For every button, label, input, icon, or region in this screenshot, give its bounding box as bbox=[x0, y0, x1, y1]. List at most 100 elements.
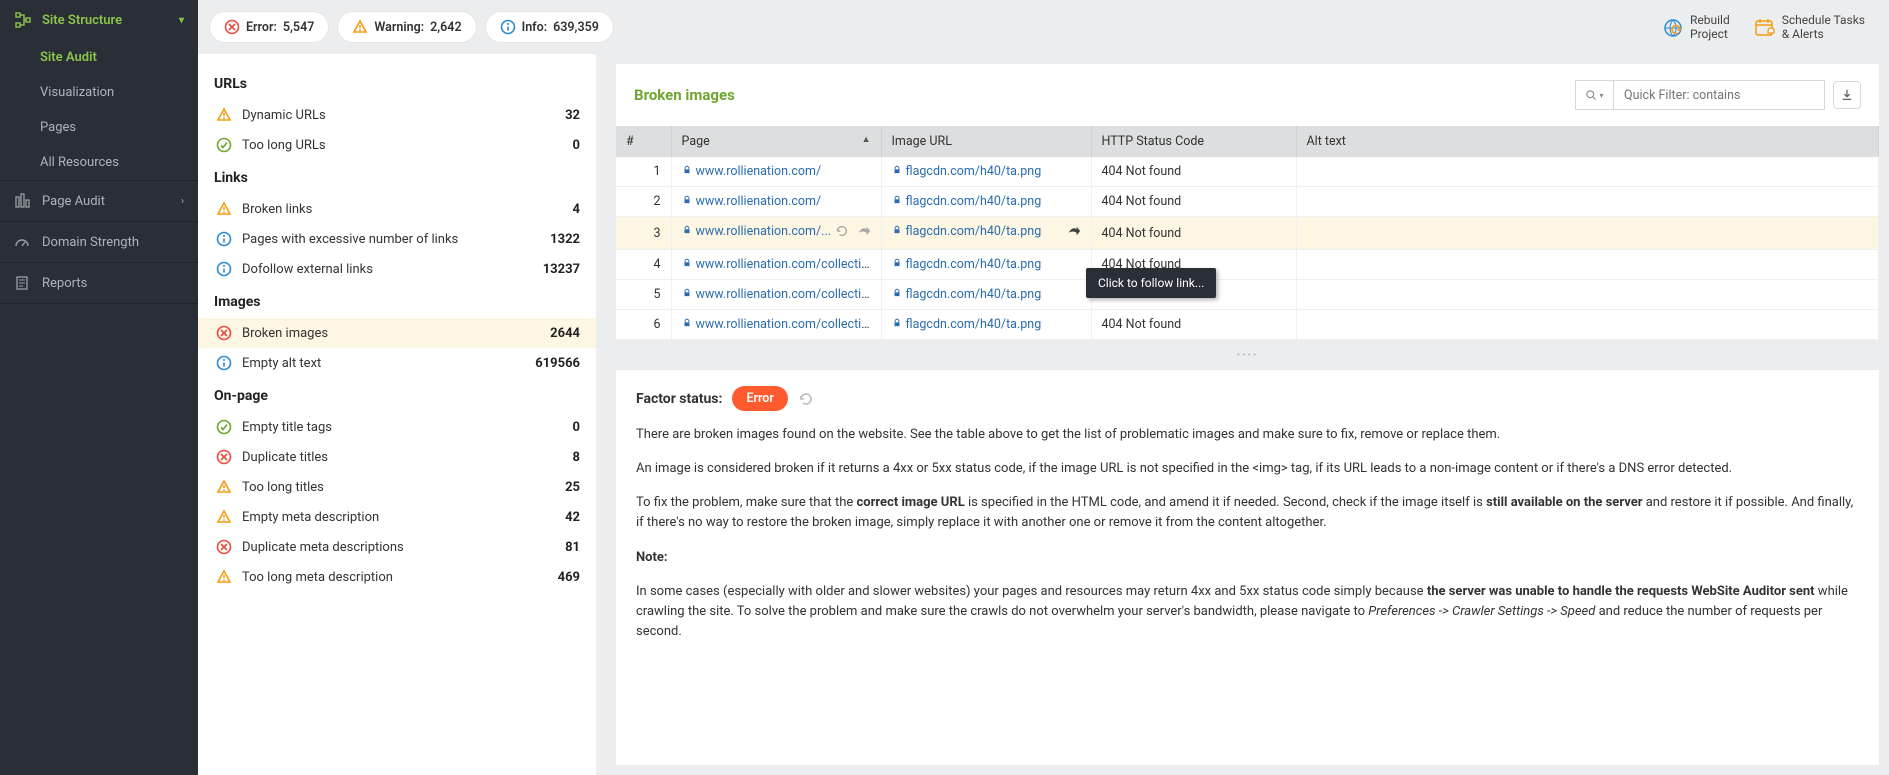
factor-status-label: Factor status: bbox=[636, 391, 722, 407]
cell-img[interactable]: flagcdn.com/h40/ta.png bbox=[881, 217, 1091, 250]
table-row[interactable]: 2www.rollienation.com/flagcdn.com/h40/ta… bbox=[616, 187, 1879, 217]
issue-dynamic-urls[interactable]: Dynamic URLs 32 bbox=[198, 100, 596, 130]
col-status[interactable]: HTTP Status Code bbox=[1091, 126, 1296, 157]
issue-count: 42 bbox=[565, 510, 580, 525]
pill-error-label: Error: bbox=[246, 20, 277, 35]
search-dropdown-button[interactable]: ▾ bbox=[1576, 81, 1614, 109]
table-title: Broken images bbox=[634, 86, 735, 104]
issue-dup-meta[interactable]: Duplicate meta descriptions 81 bbox=[198, 532, 596, 562]
cell-img[interactable]: flagcdn.com/h40/ta.png bbox=[881, 250, 1091, 280]
ok-icon bbox=[214, 137, 234, 153]
warning-icon bbox=[352, 19, 368, 35]
issue-count: 469 bbox=[558, 570, 580, 585]
nav-page-audit-label: Page Audit bbox=[42, 194, 105, 209]
refresh-icon[interactable] bbox=[798, 391, 814, 407]
nav-page-audit[interactable]: Page Audit › bbox=[0, 181, 198, 221]
col-alt[interactable]: Alt text bbox=[1296, 126, 1879, 157]
nav-domain-strength[interactable]: Domain Strength bbox=[0, 222, 198, 262]
cell-img[interactable]: flagcdn.com/h40/ta.png bbox=[881, 310, 1091, 340]
share-icon[interactable] bbox=[857, 224, 871, 242]
cell-alt bbox=[1296, 187, 1879, 217]
col-num[interactable]: # bbox=[616, 126, 671, 157]
issue-count: 1322 bbox=[550, 232, 580, 247]
issue-count: 0 bbox=[573, 138, 580, 153]
cell-page[interactable]: www.rollienation.com/collections/... bbox=[671, 250, 881, 280]
lock-icon bbox=[682, 195, 692, 208]
pill-info-count: 639,359 bbox=[553, 20, 599, 35]
resize-handle[interactable]: •••• bbox=[606, 350, 1889, 360]
lock-icon bbox=[682, 225, 692, 238]
cell-img[interactable]: flagcdn.com/h40/ta.png bbox=[881, 280, 1091, 310]
lock-icon bbox=[892, 195, 902, 208]
cell-img[interactable]: flagcdn.com/h40/ta.png bbox=[881, 157, 1091, 187]
issue-dup-titles[interactable]: Duplicate titles 8 bbox=[198, 442, 596, 472]
topbar: Error: 5,547 Warning: 2,642 Info: 639,35… bbox=[198, 0, 1889, 54]
issue-empty-alt[interactable]: Empty alt text 619566 bbox=[198, 348, 596, 378]
pill-warning[interactable]: Warning: 2,642 bbox=[338, 12, 475, 42]
issue-empty-title[interactable]: Empty title tags 0 bbox=[198, 412, 596, 442]
cell-alt bbox=[1296, 217, 1879, 250]
col-img[interactable]: Image URL bbox=[881, 126, 1091, 157]
refresh-icon[interactable] bbox=[835, 224, 849, 242]
pill-info[interactable]: Info: 639,359 bbox=[486, 12, 613, 42]
issue-label: Duplicate meta descriptions bbox=[242, 540, 565, 555]
row-actions bbox=[835, 224, 871, 242]
issue-label: Empty meta description bbox=[242, 510, 565, 525]
nav-site-audit[interactable]: Site Audit bbox=[0, 40, 198, 75]
cell-page[interactable]: www.rollienation.com/... bbox=[671, 217, 881, 250]
cell-num: 6 bbox=[616, 310, 671, 340]
error-icon bbox=[224, 19, 240, 35]
issue-long-titles[interactable]: Too long titles 25 bbox=[198, 472, 596, 502]
issue-dofollow-ext[interactable]: Dofollow external links 13237 bbox=[198, 254, 596, 284]
cell-status: 404 Not found bbox=[1091, 187, 1296, 217]
structure-icon bbox=[14, 12, 32, 28]
detail-card: Factor status: Error There are broken im… bbox=[616, 370, 1879, 765]
table-row[interactable]: 4www.rollienation.com/collections/...fla… bbox=[616, 250, 1879, 280]
table-row[interactable]: 1www.rollienation.com/flagcdn.com/h40/ta… bbox=[616, 157, 1879, 187]
issue-count: 81 bbox=[565, 540, 580, 555]
issue-too-long-urls[interactable]: Too long URLs 0 bbox=[198, 130, 596, 160]
warning-icon bbox=[214, 107, 234, 123]
chevron-down-icon: ▾ bbox=[179, 15, 184, 26]
table-row[interactable]: 3www.rollienation.com/...flagcdn.com/h40… bbox=[616, 217, 1879, 250]
warning-icon bbox=[214, 569, 234, 585]
cell-page[interactable]: www.rollienation.com/collections/... bbox=[671, 310, 881, 340]
issue-long-meta[interactable]: Too long meta description 469 bbox=[198, 562, 596, 592]
lock-icon bbox=[682, 258, 692, 271]
quick-filter-input[interactable] bbox=[1614, 81, 1824, 109]
nav-visualization[interactable]: Visualization bbox=[0, 75, 198, 110]
cell-page[interactable]: www.rollienation.com/ bbox=[671, 157, 881, 187]
quick-filter: ▾ bbox=[1575, 80, 1825, 110]
table-row[interactable]: 5www.rollienation.com/collections/...fla… bbox=[616, 280, 1879, 310]
nav-all-resources[interactable]: All Resources bbox=[0, 145, 198, 180]
issue-empty-meta[interactable]: Empty meta description 42 bbox=[198, 502, 596, 532]
issue-label: Dofollow external links bbox=[242, 262, 543, 277]
issue-broken-links[interactable]: Broken links 4 bbox=[198, 194, 596, 224]
cell-img[interactable]: flagcdn.com/h40/ta.png bbox=[881, 187, 1091, 217]
group-urls: URLs bbox=[198, 66, 596, 100]
nav-reports[interactable]: Reports bbox=[0, 263, 198, 303]
calendar-bell-icon bbox=[1754, 17, 1774, 37]
share-icon[interactable] bbox=[1067, 224, 1081, 242]
pill-error[interactable]: Error: 5,547 bbox=[210, 12, 328, 42]
rebuild-project-button[interactable]: Rebuild Project bbox=[1662, 13, 1730, 42]
col-page[interactable]: Page▲ bbox=[671, 126, 881, 157]
cell-page[interactable]: www.rollienation.com/ bbox=[671, 187, 881, 217]
sidebar: Site Structure ▾ Site Audit Visualizatio… bbox=[0, 0, 198, 775]
export-button[interactable] bbox=[1833, 81, 1861, 109]
cell-page[interactable]: www.rollienation.com/collections/... bbox=[671, 280, 881, 310]
cell-num: 3 bbox=[616, 217, 671, 250]
sort-asc-icon: ▲ bbox=[862, 134, 871, 145]
nav-site-structure[interactable]: Site Structure ▾ bbox=[0, 0, 198, 40]
issue-broken-images[interactable]: Broken images 2644 bbox=[198, 318, 596, 348]
schedule-tasks-button[interactable]: Schedule Tasks & Alerts bbox=[1754, 13, 1865, 42]
cell-num: 4 bbox=[616, 250, 671, 280]
issue-excessive-links[interactable]: Pages with excessive number of links 132… bbox=[198, 224, 596, 254]
error-icon bbox=[214, 539, 234, 555]
info-icon bbox=[214, 355, 234, 371]
page-audit-icon bbox=[14, 193, 32, 209]
issue-label: Broken links bbox=[242, 202, 573, 217]
nav-pages[interactable]: Pages bbox=[0, 110, 198, 145]
chevron-right-icon: › bbox=[181, 196, 184, 207]
table-row[interactable]: 6www.rollienation.com/collections/...fla… bbox=[616, 310, 1879, 340]
